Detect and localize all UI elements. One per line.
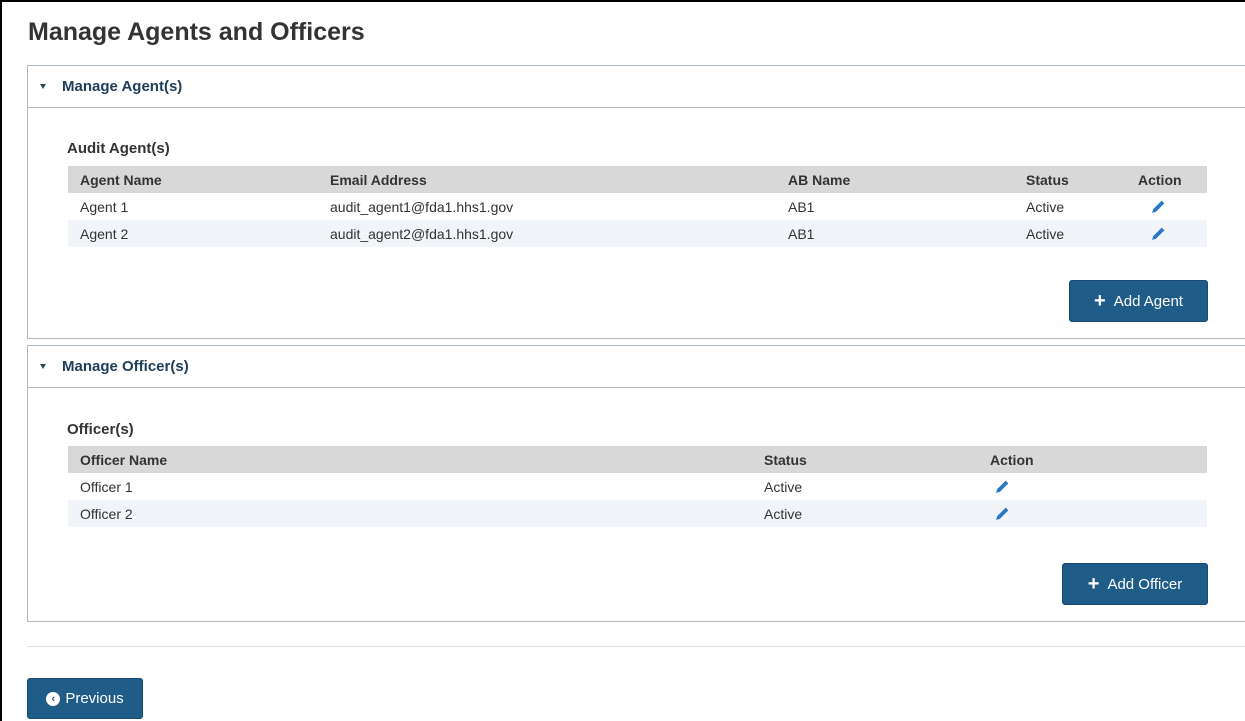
- page-title: Manage Agents and Officers: [28, 18, 365, 46]
- officers-table: Officer Name Status Action Officer 1 Act…: [68, 446, 1207, 527]
- column-header-action: Action: [1126, 166, 1207, 193]
- pencil-icon[interactable]: [1150, 198, 1167, 215]
- column-header-ab-name: AB Name: [776, 166, 1014, 193]
- agent-action-cell: [1126, 220, 1207, 247]
- table-row: Agent 2 audit_agent2@fda1.hhs1.gov AB1 A…: [68, 220, 1207, 247]
- agent-email-cell: audit_agent2@fda1.hhs1.gov: [318, 220, 776, 247]
- officer-name-cell: Officer 2: [68, 500, 752, 527]
- officer-status-cell: Active: [752, 500, 978, 527]
- column-header-email: Email Address: [318, 166, 776, 193]
- agent-action-cell: [1126, 193, 1207, 220]
- add-agent-label: Add Agent: [1113, 292, 1183, 310]
- agent-status-cell: Active: [1026, 198, 1065, 215]
- add-officer-button[interactable]: + Add Officer: [1062, 563, 1208, 605]
- officer-action-cell: [978, 473, 1207, 500]
- table-header-row: Agent Name Email Address AB Name Status …: [68, 166, 1207, 193]
- table-row: Agent 1 audit_agent1@fda1.hhs1.gov AB1 A…: [68, 193, 1207, 220]
- pencil-icon[interactable]: [994, 505, 1011, 522]
- chevron-left-circle-icon: ‹: [46, 691, 61, 706]
- table-row: Officer 1 Active: [68, 473, 1207, 500]
- manage-agents-title[interactable]: Manage Agent(s): [62, 78, 182, 95]
- pencil-icon[interactable]: [1150, 225, 1167, 242]
- add-officer-label: Add Officer: [1107, 575, 1183, 593]
- manage-agents-header[interactable]: Manage Agent(s): [28, 66, 1245, 108]
- manage-officers-header[interactable]: Manage Officer(s): [28, 346, 1245, 388]
- agents-table: Agent Name Email Address AB Name Status …: [68, 166, 1207, 247]
- officer-action-cell: [978, 500, 1207, 527]
- agent-ab-name-cell: AB1: [776, 220, 1014, 247]
- column-header-officer-name: Officer Name: [68, 446, 752, 473]
- column-header-agent-name: Agent Name: [68, 166, 318, 193]
- agent-status-cell: Active: [1014, 220, 1126, 247]
- footer-divider: [27, 646, 1245, 647]
- caret-down-icon[interactable]: [40, 364, 46, 369]
- previous-button[interactable]: ‹ Previous: [27, 678, 143, 719]
- plus-icon: +: [1087, 573, 1100, 595]
- previous-label: Previous: [65, 690, 124, 707]
- agent-name-cell: Agent 1: [80, 198, 129, 215]
- plus-icon: +: [1094, 290, 1106, 312]
- table-row: Officer 2 Active: [68, 500, 1207, 527]
- officer-name-cell: Officer 1: [80, 478, 133, 495]
- manage-officers-panel: Manage Officer(s) Officer(s) Officer Nam…: [27, 345, 1245, 622]
- agent-name-cell: Agent 2: [68, 220, 318, 247]
- manage-agents-panel: Manage Agent(s) Audit Agent(s) Agent Nam…: [27, 65, 1245, 339]
- officer-status-cell: Active: [764, 478, 803, 495]
- add-agent-button[interactable]: + Add Agent: [1069, 280, 1208, 322]
- agent-ab-name-cell: AB1: [788, 198, 815, 215]
- pencil-icon[interactable]: [994, 478, 1011, 495]
- table-header-row: Officer Name Status Action: [68, 446, 1207, 473]
- column-header-status: Status: [1014, 166, 1126, 193]
- column-header-action: Action: [978, 446, 1207, 473]
- column-header-status: Status: [752, 446, 978, 473]
- agent-email-cell: audit_agent1@fda1.hhs1.gov: [330, 198, 514, 215]
- audit-agents-subtitle: Audit Agent(s): [67, 140, 170, 157]
- officers-subtitle: Officer(s): [67, 421, 134, 438]
- manage-officers-title[interactable]: Manage Officer(s): [62, 358, 189, 375]
- caret-down-icon[interactable]: [40, 84, 46, 89]
